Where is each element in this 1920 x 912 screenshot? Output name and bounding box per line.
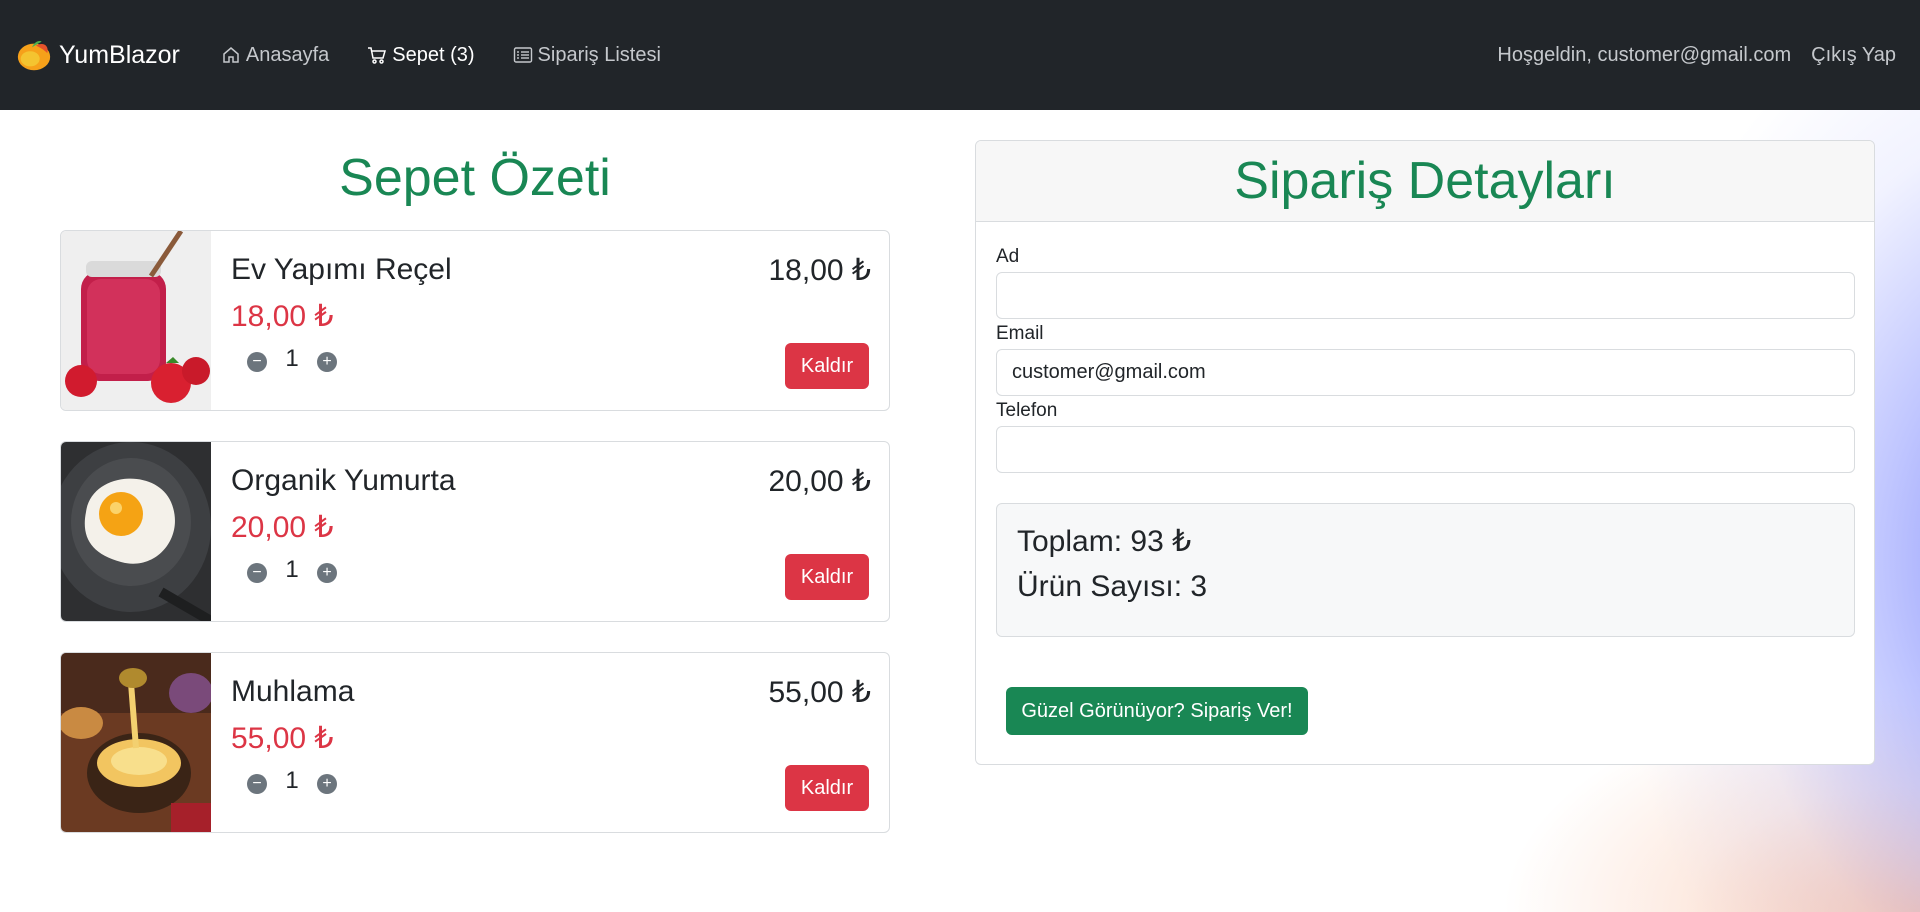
place-order-button[interactable]: Güzel Görünüyor? Sipariş Ver!	[1006, 687, 1308, 735]
item-total-price: 20,00 ₺	[768, 465, 872, 498]
plus-circle-icon[interactable]: +	[317, 563, 337, 583]
nav-link-cart[interactable]: Sepet (3)	[367, 43, 475, 67]
cart-summary-title: Sepet Özeti	[339, 149, 611, 207]
remove-button[interactable]: Kaldır	[785, 554, 869, 600]
order-details-card: Sipariş Detayları Ad Email customer@gmai…	[975, 140, 1875, 765]
item-name: Muhlama	[231, 675, 355, 708]
brand-name: YumBlazor	[59, 40, 180, 69]
item-name: Organik Yumurta	[231, 464, 456, 497]
minus-circle-icon[interactable]: −	[247, 774, 267, 794]
logout-link[interactable]: Çıkış Yap	[1811, 44, 1896, 67]
quantity-value: 1	[285, 345, 299, 372]
name-input[interactable]	[996, 272, 1855, 319]
item-unit-price: 55,00 ₺	[231, 722, 334, 755]
house-icon	[223, 47, 239, 63]
order-details-title: Sipariş Detayları	[976, 141, 1874, 222]
item-count: Ürün Sayısı: 3	[1017, 570, 1208, 603]
item-unit-price: 20,00 ₺	[231, 511, 334, 544]
cart-item: Muhlama 55,00 ₺ 55,00 ₺ − 1 + Kaldır	[60, 652, 890, 833]
muhlama-dish-image	[61, 653, 211, 832]
quantity-stepper: − 1 +	[247, 556, 337, 584]
quantity-value: 1	[285, 556, 299, 583]
minus-circle-icon[interactable]: −	[247, 352, 267, 372]
nav-link-home[interactable]: Anasayfa	[221, 44, 329, 67]
cart-item: Ev Yapımı Reçel 18,00 ₺ 18,00 ₺ − 1 + Ka…	[60, 230, 890, 411]
quantity-value: 1	[285, 767, 299, 794]
brand-link[interactable]: YumBlazor	[15, 36, 180, 74]
jam-jar-image	[61, 231, 211, 410]
name-label: Ad	[996, 246, 1020, 267]
email-input[interactable]: customer@gmail.com	[996, 349, 1855, 396]
order-totals-box: Toplam: 93 ₺ Ürün Sayısı: 3	[996, 503, 1855, 637]
remove-button[interactable]: Kaldır	[785, 765, 869, 811]
plus-circle-icon[interactable]: +	[317, 774, 337, 794]
phone-label: Telefon	[996, 400, 1058, 421]
list-icon	[513, 47, 532, 63]
item-name: Ev Yapımı Reçel	[231, 253, 452, 286]
quantity-stepper: − 1 +	[247, 767, 337, 795]
minus-circle-icon[interactable]: −	[247, 563, 267, 583]
cart-item: Organik Yumurta 20,00 ₺ 20,00 ₺ − 1 + Ka…	[60, 441, 890, 622]
item-total-price: 55,00 ₺	[768, 676, 872, 709]
fried-egg-image	[61, 442, 211, 621]
nav-link-cart-label: Sepet (3)	[392, 43, 475, 66]
email-label: Email	[996, 323, 1044, 344]
order-total: Toplam: 93 ₺	[1017, 525, 1192, 558]
item-unit-price: 18,00 ₺	[231, 300, 334, 333]
welcome-text: Hoşgeldin, customer@gmail.com	[1497, 43, 1792, 66]
plus-circle-icon[interactable]: +	[317, 352, 337, 372]
phone-input[interactable]	[996, 426, 1855, 473]
nav-user-area: Hoşgeldin, customer@gmail.com Çıkış Yap	[1497, 44, 1920, 67]
cart-icon	[368, 47, 387, 64]
remove-button[interactable]: Kaldır	[785, 343, 869, 389]
nav-link-orders-label: Sipariş Listesi	[537, 43, 661, 66]
item-total-price: 18,00 ₺	[768, 254, 872, 287]
top-navbar: YumBlazor Anasayfa Sepet (3) Sipariş Lis…	[0, 0, 1920, 110]
quantity-stepper: − 1 +	[247, 345, 337, 373]
mango-logo-icon	[17, 40, 51, 71]
nav-link-home-label: Anasayfa	[245, 43, 330, 66]
nav-link-orders[interactable]: Sipariş Listesi	[513, 44, 661, 67]
